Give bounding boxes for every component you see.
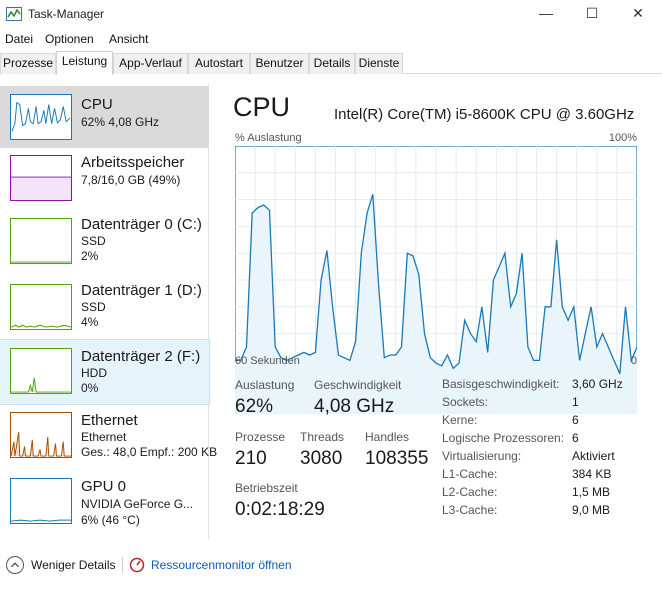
sidebar-item-memory[interactable]: Arbeitsspeicher 7,8/16,0 GB (49%) [0, 152, 209, 214]
spec-key: Sockets: [442, 395, 489, 409]
spec-key: Basisgeschwindigkeit: [442, 377, 560, 391]
tab-prozesse[interactable]: Prozesse [0, 53, 56, 74]
sidebar-cpu-title: CPU [81, 96, 113, 113]
graph-max-label: 100% [608, 132, 637, 144]
resource-monitor-link[interactable]: Ressourcenmonitor öffnen [151, 558, 292, 572]
spec-value: 3,60 GHz [572, 377, 623, 391]
sidebar-disk-2-title: Datenträger 2 (F:) [81, 348, 201, 365]
uptime-label: Betriebszeit [235, 481, 298, 495]
tab-autostart[interactable]: Autostart [188, 53, 250, 74]
speed-label: Geschwindigkeit [314, 378, 402, 392]
sidebar-item-disk-1[interactable]: Datenträger 1 (D:) SSD 4% [0, 282, 209, 344]
menu-ansicht[interactable]: Ansicht [109, 32, 148, 46]
graph-time-label: 60 Sekunden [235, 355, 300, 367]
page-title: CPU [233, 92, 291, 122]
ethernet-thumbnail [10, 412, 72, 458]
sidebar-item-gpu[interactable]: GPU 0 NVIDIA GeForce G... 6% (46 °C) [0, 476, 209, 538]
tab-app-verlauf[interactable]: App-Verlauf [113, 53, 188, 74]
cpu-usage-graph [235, 146, 637, 414]
sidebar-disk-0-usage: 2% [81, 249, 99, 263]
sidebar-ethernet-throughput: Ges.: 48,0 Empf.: 200 KB [81, 445, 218, 459]
uptime-value: 0:02:18:29 [235, 499, 325, 520]
handles-value: 108355 [365, 448, 429, 469]
sidebar-gpu-model: NVIDIA GeForce G... [81, 497, 194, 511]
utilization-value: 62% [235, 396, 274, 417]
graph-zero-label: 0 [630, 355, 637, 367]
tab-leistung[interactable]: Leistung [56, 51, 113, 75]
spec-key: L3-Cache: [442, 503, 498, 517]
sidebar-ethernet-title: Ethernet [81, 412, 138, 429]
sidebar-disk-2-usage: 0% [81, 381, 99, 395]
gpu-thumbnail [10, 478, 72, 524]
sidebar-item-disk-2[interactable]: Datenträger 2 (F:) HDD 0% [0, 339, 210, 405]
spec-value: 9,0 MB [572, 503, 611, 517]
graph-y-label: % Auslastung [235, 132, 302, 144]
sidebar-ethernet-adapter: Ethernet [81, 430, 127, 444]
sidebar-disk-1-title: Datenträger 1 (D:) [81, 282, 202, 299]
cpu-detail-panel: CPU Intel(R) Core(TM) i5-8600K CPU @ 3.6… [210, 84, 662, 539]
spec-key: Virtualisierung: [442, 449, 522, 463]
spec-value: Aktiviert [572, 449, 615, 463]
spec-value: 1 [572, 395, 579, 409]
spec-key: Kerne: [442, 413, 478, 427]
processes-label: Prozesse [235, 430, 286, 444]
sidebar-memory-title: Arbeitsspeicher [81, 154, 185, 171]
tab-details[interactable]: Details [309, 53, 355, 74]
sidebar-item-ethernet[interactable]: Ethernet Ethernet Ges.: 48,0 Empf.: 200 … [0, 410, 217, 472]
speed-value: 4,08 GHz [314, 396, 395, 417]
menu-datei[interactable]: Datei [5, 32, 33, 46]
threads-value: 3080 [300, 448, 343, 469]
sidebar-disk-1-type: SSD [81, 300, 106, 314]
threads-label: Threads [300, 430, 345, 444]
cpu-model-name: Intel(R) Core(TM) i5-8600K CPU @ 3.60GHz [334, 106, 635, 123]
sidebar-disk-0-type: SSD [81, 234, 106, 248]
performance-sidebar: CPU 62% 4,08 GHz Arbeitsspeicher 7,8/16,… [0, 84, 217, 539]
tab-dienste[interactable]: Dienste [355, 53, 403, 74]
task-manager-icon [6, 7, 22, 21]
footer-bar: Weniger Details Ressourcenmonitor öffnen [0, 550, 662, 580]
menu-optionen[interactable]: Optionen [45, 32, 94, 46]
tab-bar: Prozesse Leistung App-Verlauf Autostart … [0, 51, 662, 75]
sidebar-gpu-usage: 6% (46 °C) [81, 513, 140, 527]
spec-key: Logische Prozessoren: [442, 431, 565, 445]
cpu-thumbnail [10, 94, 72, 140]
maximize-button[interactable]: ☐ [569, 0, 615, 29]
sidebar-memory-detail: 7,8/16,0 GB (49%) [81, 173, 181, 187]
utilization-label: Auslastung [235, 378, 295, 392]
tab-benutzer[interactable]: Benutzer [250, 53, 309, 74]
resource-monitor-icon[interactable] [129, 557, 145, 573]
disk-0-thumbnail [10, 218, 72, 264]
chevron-up-icon[interactable] [6, 556, 24, 574]
sidebar-item-cpu[interactable]: CPU 62% 4,08 GHz [0, 86, 209, 148]
fewer-details-link[interactable]: Weniger Details [31, 558, 115, 572]
spec-value: 384 KB [572, 467, 612, 481]
processes-value: 210 [235, 448, 267, 469]
sidebar-disk-1-usage: 4% [81, 315, 99, 329]
minimize-button[interactable]: — [523, 0, 569, 29]
spec-value: 6 [572, 413, 579, 427]
disk-2-thumbnail [10, 348, 72, 394]
memory-thumbnail [10, 155, 72, 201]
sidebar-cpu-detail: 62% 4,08 GHz [81, 115, 160, 129]
sidebar-item-disk-0[interactable]: Datenträger 0 (C:) SSD 2% [0, 216, 209, 278]
spec-key: L2-Cache: [442, 485, 498, 499]
window-title: Task-Manager [28, 7, 105, 21]
spec-key: L1-Cache: [442, 467, 498, 481]
title-bar: Task-Manager — ☐ ✕ [0, 0, 662, 29]
sidebar-gpu-title: GPU 0 [81, 478, 127, 495]
spec-value: 1,5 MB [572, 485, 611, 499]
close-button[interactable]: ✕ [615, 0, 661, 29]
menu-bar: Datei Optionen Ansicht [0, 29, 662, 49]
sidebar-disk-2-type: HDD [81, 366, 107, 380]
handles-label: Handles [365, 430, 410, 444]
spec-value: 6 [572, 431, 579, 445]
sidebar-disk-0-title: Datenträger 0 (C:) [81, 216, 202, 233]
disk-1-thumbnail [10, 284, 72, 330]
footer-divider [122, 557, 123, 573]
